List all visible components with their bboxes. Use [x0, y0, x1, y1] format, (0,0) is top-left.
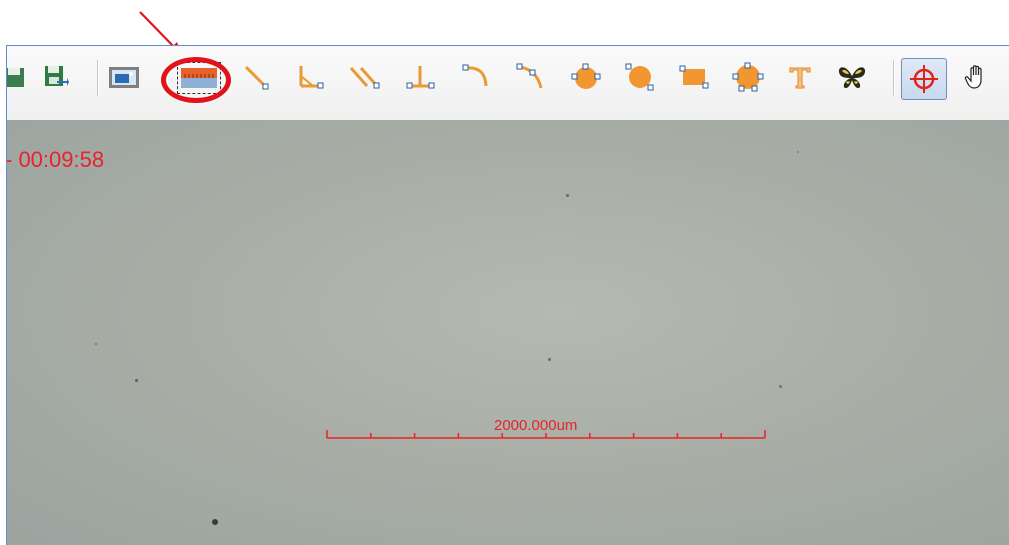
floppy-arrow-icon: [45, 66, 69, 86]
save-as-button[interactable]: [39, 60, 73, 94]
circle-3-point-icon: [571, 63, 601, 89]
hand-pan-icon: [964, 65, 982, 89]
camera-viewport[interactable]: - 00:09:58 2000.000um: [7, 120, 1009, 545]
scale-bar-label: 2000.000um: [494, 417, 578, 434]
parallel-lines-tool-button[interactable]: [347, 60, 381, 94]
save-button[interactable]: [7, 60, 31, 94]
circle-radius-icon: [625, 63, 654, 91]
butterfly-button[interactable]: [835, 60, 869, 94]
circle-radius-tool-button[interactable]: [623, 60, 657, 94]
save-icon: [7, 68, 24, 87]
scale-bar: [326, 430, 766, 439]
rectangle-tool-button[interactable]: [677, 60, 711, 94]
angle-tool-button[interactable]: [293, 60, 327, 94]
toolbar: [7, 46, 1009, 121]
circle-3-point-tool-button[interactable]: [569, 60, 603, 94]
text-tool-icon: [789, 67, 811, 89]
angle-icon: [299, 66, 324, 89]
parallel-lines-icon: [349, 67, 380, 89]
crosshair-button[interactable]: [901, 58, 947, 100]
arc-3-point-tool-button[interactable]: [513, 60, 547, 94]
rectangle-icon: [679, 65, 709, 89]
arc-tool-button[interactable]: [459, 60, 493, 94]
image-frame-icon: [109, 67, 139, 88]
perpendicular-tool-button[interactable]: [403, 60, 437, 94]
snapshot-button[interactable]: [107, 60, 141, 94]
butterfly-icon: [838, 67, 866, 89]
crosshair-icon: [910, 65, 938, 93]
line-tool-button[interactable]: [239, 60, 273, 94]
scale-bar-button[interactable]: [177, 62, 221, 94]
arc-3-point-icon: [516, 63, 543, 89]
perpendicular-icon: [406, 66, 435, 89]
polygon-tool-button[interactable]: [731, 60, 765, 94]
text-tool-button[interactable]: [783, 60, 817, 94]
line-icon: [244, 65, 269, 90]
ruler-scale-icon: [181, 68, 217, 88]
arc-icon: [462, 64, 488, 87]
app-window: - 00:09:58 2000.000um: [6, 45, 1009, 545]
polygon-icon: [732, 62, 764, 92]
hand-pan-button[interactable]: [961, 60, 995, 94]
